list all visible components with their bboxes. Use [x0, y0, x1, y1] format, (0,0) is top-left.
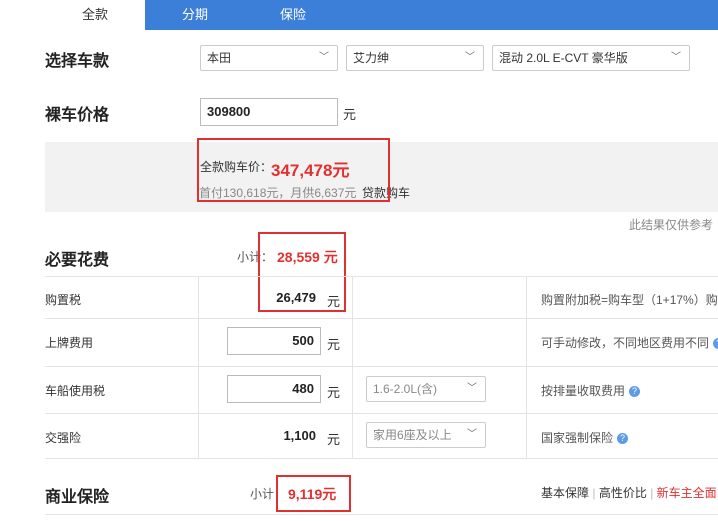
calculator-tab-bar	[45, 0, 718, 30]
seat-type-select-value: 家用6座及以上	[373, 428, 452, 442]
bare-price-title: 裸车价格	[45, 107, 110, 124]
purchase-tax-unit: 元	[327, 294, 341, 309]
brand-select-value: 本田	[207, 51, 232, 65]
license-fee-note: 可手动修改，不同地区费用不同?	[541, 334, 718, 351]
table-divider	[45, 276, 718, 277]
commercial-insurance-title: 商业保险	[45, 489, 110, 506]
compulsory-insurance-note-text: 国家强制保险	[541, 431, 614, 445]
chevron-down-icon: ﹀	[467, 383, 477, 394]
compulsory-insurance-label: 交强险	[45, 431, 82, 445]
seat-type-select[interactable]: 家用6座及以上 ﹀	[366, 422, 486, 448]
purchase-tax-label: 购置税	[45, 293, 82, 307]
option-value-for-money[interactable]: 高性价比	[599, 486, 647, 500]
chevron-down-icon: ﹀	[467, 429, 477, 440]
vehicle-tax-note: 按排量收取费用?	[541, 382, 641, 399]
displacement-select-value: 1.6-2.0L(含)	[373, 382, 438, 396]
chevron-down-icon: ﹀	[465, 52, 475, 63]
option-new-owner-full[interactable]: 新车主全面	[657, 486, 717, 500]
bare-price-input[interactable]: 309800	[200, 98, 338, 126]
license-fee-unit: 元	[327, 337, 341, 352]
tab-full-payment[interactable]: 全款	[45, 0, 145, 30]
trim-select-value: 混动 2.0L E-CVT 豪华版	[499, 51, 628, 65]
bare-price-unit: 元	[343, 107, 357, 122]
purchase-tax-value: 26,479	[276, 290, 316, 305]
vehicle-tax-input[interactable]: 480	[227, 375, 321, 403]
question-icon[interactable]: ?	[629, 386, 641, 398]
purchase-tax-note: 购置附加税=购车型（1+17%）购	[541, 293, 718, 307]
select-model-title: 选择车款	[45, 53, 110, 70]
compulsory-insurance-note: 国家强制保险?	[541, 429, 629, 446]
option-separator: |	[650, 486, 654, 500]
table-divider	[45, 366, 718, 367]
question-icon[interactable]: ?	[713, 338, 718, 350]
license-fee-note-text: 可手动修改，不同地区费用不同	[541, 336, 710, 350]
vehicle-tax-label: 车船使用税	[45, 384, 106, 398]
brand-select[interactable]: 本田 ﹀	[200, 45, 338, 71]
disclaimer-text: 此结果仅供参考	[629, 218, 714, 232]
license-fee-label: 上牌费用	[45, 336, 94, 350]
option-basic-coverage[interactable]: 基本保障	[541, 486, 589, 500]
table-divider	[198, 276, 199, 458]
insurance-plan-options: 基本保障 | 高性价比 | 新车主全面	[541, 484, 717, 501]
displacement-select[interactable]: 1.6-2.0L(含) ﹀	[366, 376, 486, 402]
table-divider	[45, 458, 718, 459]
series-select-value: 艾力绅	[353, 51, 390, 65]
option-separator: |	[592, 486, 596, 500]
vehicle-tax-note-text: 按排量收取费用	[541, 384, 626, 398]
question-icon[interactable]: ?	[617, 433, 629, 445]
vehicle-tax-unit: 元	[327, 385, 341, 400]
series-select[interactable]: 艾力绅 ﹀	[346, 45, 484, 71]
table-divider	[45, 413, 718, 414]
table-divider	[352, 276, 353, 458]
compulsory-insurance-value: 1,100	[283, 428, 316, 443]
tab-insurance[interactable]: 保险	[248, 0, 338, 30]
table-divider	[45, 514, 718, 515]
table-divider	[45, 318, 718, 319]
highlight-box	[276, 475, 351, 512]
required-costs-title: 必要花费	[45, 252, 110, 269]
license-fee-input[interactable]: 500	[227, 327, 321, 355]
highlight-box	[197, 138, 390, 202]
trim-select[interactable]: 混动 2.0L E-CVT 豪华版 ﹀	[492, 45, 690, 71]
tab-installment[interactable]: 分期	[150, 0, 240, 30]
chevron-down-icon: ﹀	[671, 52, 681, 63]
table-divider	[526, 276, 527, 458]
compulsory-insurance-unit: 元	[327, 432, 341, 447]
chevron-down-icon: ﹀	[319, 52, 329, 63]
